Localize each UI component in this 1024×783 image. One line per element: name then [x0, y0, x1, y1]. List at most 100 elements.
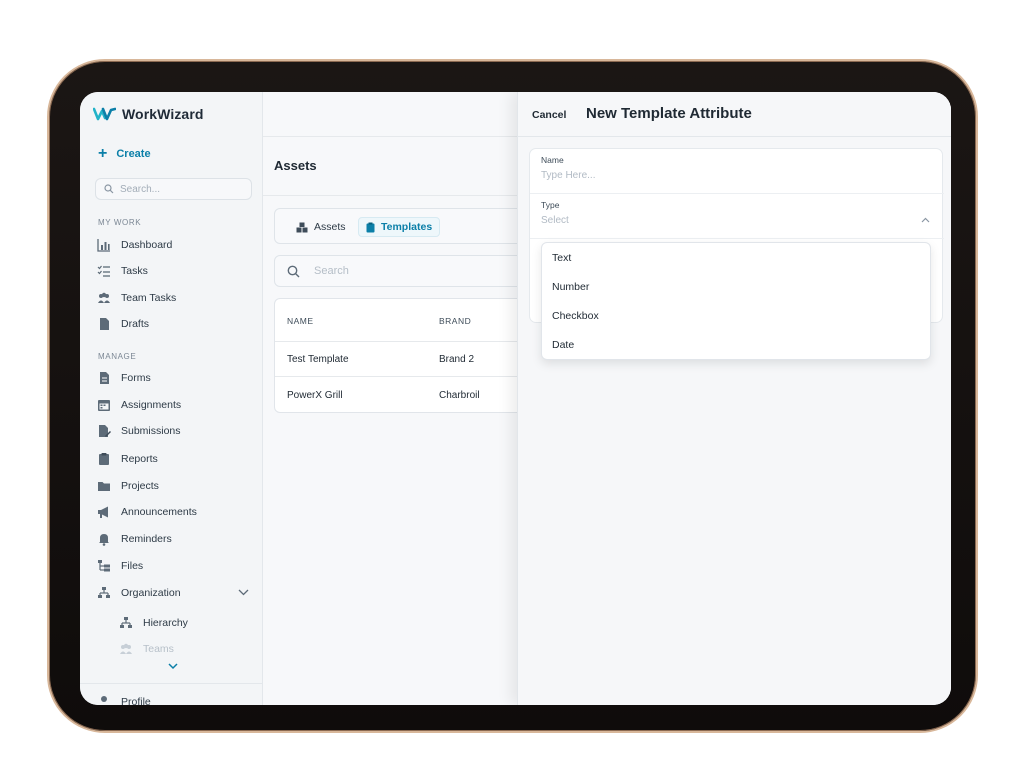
- calendar-icon: [98, 400, 110, 411]
- new-template-attribute-panel: Cancel New Template Attribute Name Type …: [517, 92, 951, 705]
- search-icon: [287, 265, 300, 277]
- sidebar-item-teams[interactable]: Teams: [119, 642, 174, 656]
- sidebar-item-forms[interactable]: Forms: [97, 371, 151, 385]
- type-options-dropdown: Text Number Checkbox Date: [541, 242, 931, 360]
- option-text[interactable]: Text: [552, 252, 571, 264]
- clipboard-icon: [366, 222, 375, 232]
- tab-templates[interactable]: Templates: [358, 217, 441, 237]
- panel-header: Cancel New Template Attribute: [518, 92, 951, 137]
- sidebar-item-label: Reports: [121, 453, 158, 465]
- org-chart-icon: [98, 587, 110, 598]
- sidebar-item-files[interactable]: Files: [97, 559, 143, 573]
- page-title: Assets: [274, 158, 317, 173]
- user-icon: [101, 696, 107, 702]
- sidebar-item-label: Drafts: [121, 318, 150, 330]
- field-divider: [530, 193, 944, 194]
- sidebar-item-label: Profile: [121, 696, 151, 705]
- plus-icon: +: [98, 145, 108, 162]
- cell-brand: Charbroil: [439, 390, 480, 401]
- sidebar-item-label: Submissions: [121, 425, 181, 437]
- sidebar-item-hierarchy[interactable]: Hierarchy: [119, 616, 188, 630]
- search-icon: [104, 184, 114, 194]
- sidebar-item-drafts[interactable]: Drafts: [97, 317, 149, 331]
- tab-bar: Assets Templates: [274, 208, 534, 244]
- cancel-button[interactable]: Cancel: [532, 109, 566, 121]
- create-button[interactable]: + Create: [98, 145, 151, 162]
- option-date[interactable]: Date: [552, 339, 574, 351]
- tab-assets[interactable]: Assets: [289, 217, 353, 237]
- templates-table: NAME BRAND Test Template Brand 2 PowerX …: [274, 298, 534, 413]
- sidebar-item-label: Forms: [121, 372, 151, 384]
- section-label-my-work: MY WORK: [98, 218, 142, 227]
- sidebar-item-dashboard[interactable]: Dashboard: [97, 238, 172, 252]
- search-placeholder: Search: [314, 265, 349, 277]
- template-search-input[interactable]: Search: [274, 255, 534, 287]
- bell-icon: [99, 534, 109, 546]
- sidebar-item-label: Announcements: [121, 506, 197, 518]
- app-logo[interactable]: WorkWizard: [93, 106, 204, 122]
- sidebar-item-label: Organization: [121, 587, 181, 599]
- sidebar: WorkWizard + Create Search... MY WORK Da…: [80, 92, 263, 705]
- type-select[interactable]: Select: [541, 215, 569, 226]
- people-icon: [98, 292, 110, 303]
- sidebar-item-label: Team Tasks: [121, 292, 177, 304]
- option-number[interactable]: Number: [552, 281, 589, 293]
- section-label-manage: MANAGE: [98, 352, 137, 361]
- app-screen: WorkWizard + Create Search... MY WORK Da…: [80, 92, 951, 705]
- chevron-up-icon[interactable]: [921, 217, 930, 223]
- sidebar-divider: [80, 683, 263, 684]
- type-field-label: Type: [541, 200, 560, 210]
- teams-icon: [120, 643, 132, 654]
- sidebar-search-input[interactable]: Search...: [95, 178, 252, 200]
- tab-label: Assets: [314, 221, 346, 233]
- field-divider: [530, 238, 944, 239]
- tablet-frame: WorkWizard + Create Search... MY WORK Da…: [47, 59, 978, 733]
- name-field-label: Name: [541, 155, 564, 165]
- sidebar-item-label: Projects: [121, 480, 159, 492]
- document-icon: [100, 318, 109, 330]
- sidebar-item-reminders[interactable]: Reminders: [97, 532, 172, 546]
- sidebar-item-label: Tasks: [121, 265, 148, 277]
- sidebar-item-label: Assignments: [121, 399, 182, 411]
- edit-document-icon: [99, 425, 111, 437]
- clipboard-icon: [99, 453, 109, 465]
- tab-label: Templates: [381, 221, 433, 233]
- panel-title: New Template Attribute: [586, 105, 752, 122]
- sidebar-item-label: Reminders: [121, 533, 172, 545]
- sidebar-item-label: Hierarchy: [143, 617, 188, 629]
- sidebar-item-organization[interactable]: Organization: [97, 586, 181, 600]
- create-label: Create: [116, 148, 151, 160]
- sidebar-item-label: Teams: [143, 643, 174, 655]
- folder-icon: [98, 482, 110, 491]
- header-divider: [275, 341, 533, 342]
- file-tree-icon: [98, 560, 110, 572]
- app-name: WorkWizard: [122, 106, 204, 122]
- scroll-down-chevron-icon[interactable]: [168, 663, 178, 670]
- hierarchy-icon: [120, 617, 132, 628]
- form-icon: [100, 372, 109, 384]
- option-checkbox[interactable]: Checkbox: [552, 310, 599, 322]
- sidebar-item-submissions[interactable]: Submissions: [97, 424, 181, 438]
- column-header-name[interactable]: NAME: [287, 316, 314, 326]
- sidebar-item-announcements[interactable]: Announcements: [97, 505, 197, 519]
- sidebar-item-tasks[interactable]: Tasks: [97, 264, 148, 278]
- chevron-down-icon[interactable]: [238, 589, 249, 596]
- checklist-icon: [97, 265, 110, 277]
- chart-icon: [97, 239, 110, 252]
- name-field[interactable]: Type Here...: [541, 170, 595, 181]
- sidebar-item-profile[interactable]: Profile: [97, 695, 151, 705]
- sidebar-item-assignments[interactable]: Assignments: [97, 398, 181, 412]
- sidebar-item-team-tasks[interactable]: Team Tasks: [97, 291, 176, 305]
- sidebar-search-placeholder: Search...: [120, 183, 161, 195]
- sidebar-item-label: Files: [121, 560, 144, 572]
- column-header-brand[interactable]: BRAND: [439, 316, 471, 326]
- workwizard-logo-icon: [93, 107, 116, 121]
- sidebar-item-label: Dashboard: [121, 239, 173, 251]
- row-divider: [275, 376, 533, 377]
- cell-brand: Brand 2: [439, 354, 475, 365]
- cell-name: Test Template: [287, 354, 349, 365]
- cell-name: PowerX Grill: [287, 390, 343, 401]
- sidebar-item-projects[interactable]: Projects: [97, 479, 159, 493]
- sidebar-item-reports[interactable]: Reports: [97, 452, 158, 466]
- boxes-icon: [296, 222, 308, 232]
